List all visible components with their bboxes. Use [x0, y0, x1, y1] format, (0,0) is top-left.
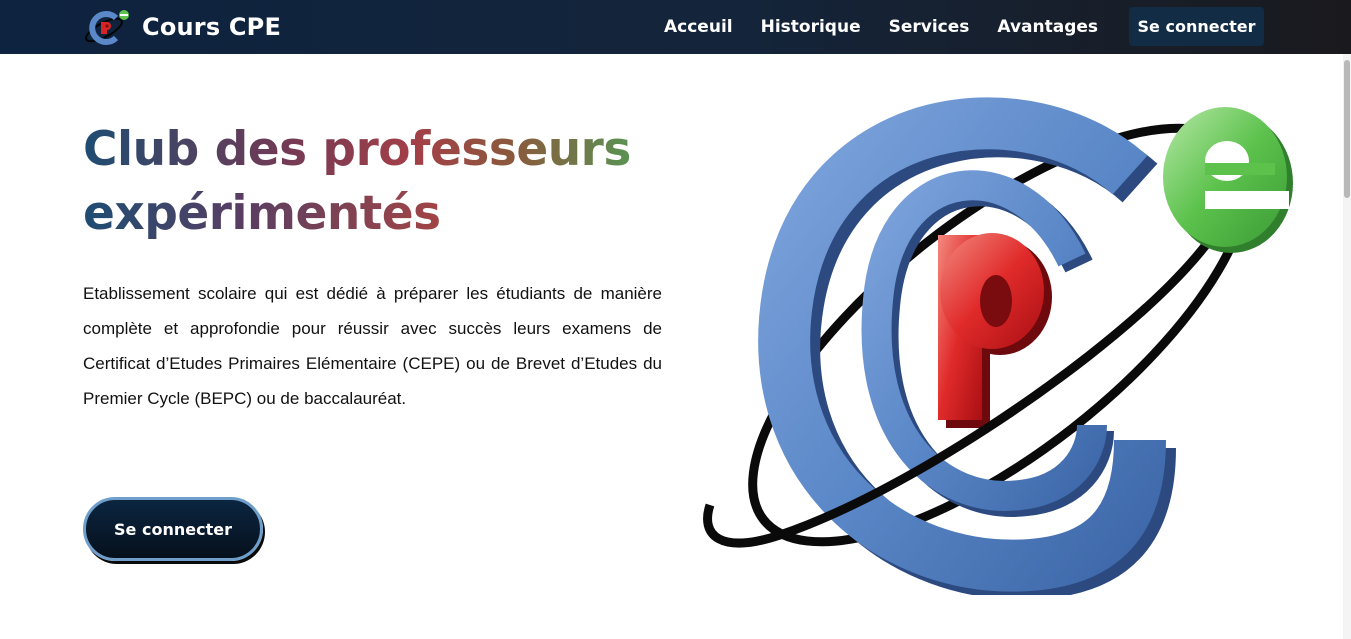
- nav-link-acceuil[interactable]: Acceuil: [664, 17, 733, 37]
- cpe-hero-logo: [703, 97, 1293, 595]
- scrollbar-thumb[interactable]: [1344, 60, 1350, 198]
- hero-title-line1: Club des professeurs: [83, 118, 683, 182]
- brand-title: Cours CPE: [142, 13, 282, 41]
- nav-item-acceuil: Acceuil: [664, 17, 733, 37]
- hero-title-line2: expérimentés: [83, 182, 443, 246]
- hero-title: Club des professeurs expérimentés: [83, 118, 683, 246]
- navbar-login-button[interactable]: Se connecter: [1129, 7, 1264, 46]
- nav-links: Acceuil Historique Services Avantages: [664, 0, 1098, 54]
- nav-link-historique[interactable]: Historique: [761, 17, 861, 37]
- logo-letter-e: [1163, 107, 1293, 253]
- navbar: Cours CPE Acceuil Historique Services Av…: [0, 0, 1351, 54]
- hero-description: Etablissement scolaire qui est dédié à p…: [83, 284, 662, 408]
- cpe-logo-icon: [85, 10, 129, 45]
- nav-link-services[interactable]: Services: [889, 17, 970, 37]
- page-scrollbar[interactable]: [1343, 54, 1351, 639]
- brand-link[interactable]: Cours CPE: [82, 8, 281, 46]
- nav-item-avantages: Avantages: [997, 17, 1098, 37]
- nav-item-services: Services: [889, 17, 970, 37]
- nav-item-historique: Historique: [761, 17, 861, 37]
- hero-login-button[interactable]: Se connecter: [83, 497, 263, 561]
- nav-link-avantages[interactable]: Avantages: [997, 17, 1098, 37]
